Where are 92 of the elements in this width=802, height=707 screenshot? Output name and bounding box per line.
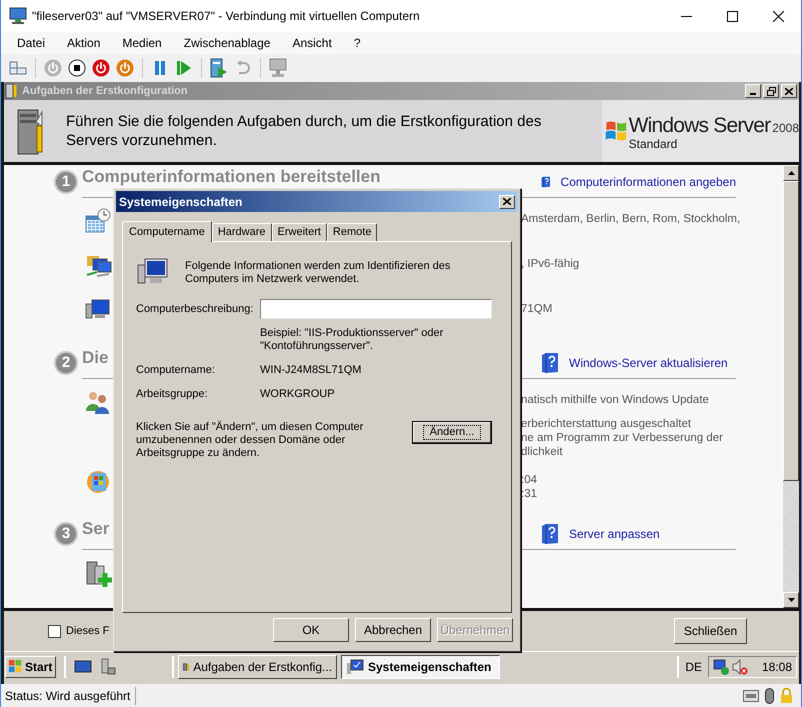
dialog-title: Systemeigenschaften bbox=[119, 194, 242, 210]
monitor-icon bbox=[9, 7, 27, 25]
server-manager-icon[interactable] bbox=[100, 658, 116, 676]
tab[interactable]: Remote bbox=[326, 223, 378, 241]
keyboard-icon bbox=[743, 690, 759, 702]
field-label: Computername: bbox=[136, 364, 216, 377]
down-arrow-icon bbox=[788, 598, 794, 602]
desktop-icon[interactable] bbox=[74, 660, 92, 674]
close-icon bbox=[785, 88, 793, 94]
task-detail: dlichkeit bbox=[521, 445, 564, 459]
section-title: Die bbox=[82, 348, 108, 367]
language-indicator[interactable]: DE bbox=[685, 658, 702, 676]
taskbar-button[interactable]: Systemeigenschaften bbox=[341, 654, 500, 678]
step-number: 1 bbox=[54, 170, 78, 194]
computer-icon bbox=[346, 658, 364, 674]
task-detail: , IPv6-fähig bbox=[521, 257, 580, 271]
rename-text: Klicken Sie auf "Ändern", um diesen Computer umzubenennen oder dessen Domäne oder Arbeitsgruppe zu ändern. bbox=[136, 421, 364, 460]
start-button[interactable]: Start bbox=[5, 656, 56, 678]
logo-edition: Standard bbox=[628, 137, 678, 151]
power-icon[interactable] bbox=[92, 59, 110, 77]
menu-item[interactable]: Zwischenablage bbox=[176, 34, 278, 52]
task-detail: Amsterdam, Berlin, Bern, Rom, Stockholm, bbox=[521, 212, 740, 226]
task-detail: ne am Programm zur Verbesserung der bbox=[521, 431, 723, 445]
status-text: Status: Wird ausgeführt bbox=[5, 686, 136, 704]
help-link[interactable]: Computerinformationen angeben bbox=[560, 172, 736, 190]
dialog-button[interactable]: OK bbox=[273, 618, 349, 642]
field-value: WIN-J24M8SL71QM bbox=[260, 364, 362, 377]
close-button[interactable] bbox=[781, 84, 797, 98]
example-text: Beispiel: "IIS-Produktionsserver" oder "Kontoführungsserver". bbox=[260, 327, 444, 353]
help-link[interactable]: Server anpassen bbox=[569, 524, 660, 542]
help-link[interactable]: Windows-Server aktualisieren bbox=[569, 354, 728, 372]
help-book-icon bbox=[541, 352, 559, 374]
play-icon[interactable] bbox=[177, 61, 191, 75]
keys-icon[interactable] bbox=[9, 61, 27, 75]
scrollbar[interactable] bbox=[783, 165, 799, 608]
logo-version: 2008 bbox=[772, 121, 799, 135]
intro-text: Folgende Informationen werden zum Identifizieren des Computers im Netzwerk verwendet. bbox=[185, 260, 452, 287]
banner-text: Führen Sie die folgenden Aufgaben durch, um die Erstkonfiguration des Servers vorzunehmen. bbox=[66, 112, 542, 150]
mouse-icon bbox=[765, 688, 774, 704]
network-icon[interactable] bbox=[713, 658, 729, 674]
snapshot-icon[interactable] bbox=[210, 58, 228, 78]
window-title: "fileserver03" auf "VMSERVER07" - Verbindung mit virtuellen Computern bbox=[32, 8, 420, 25]
power-icon[interactable] bbox=[116, 59, 134, 77]
task-detail: 71QM bbox=[521, 302, 552, 316]
menu-item[interactable]: Aktion bbox=[59, 34, 108, 52]
close-icon bbox=[772, 10, 784, 22]
menu-item[interactable]: Ansicht bbox=[284, 34, 340, 52]
tab[interactable]: Computername bbox=[122, 221, 212, 242]
taskbar-button[interactable]: Aufgaben der Erstkonfig... bbox=[178, 654, 337, 678]
menu-item[interactable]: Datei bbox=[9, 34, 54, 52]
lock-icon bbox=[780, 688, 793, 704]
menu-item[interactable]: ? bbox=[346, 34, 368, 52]
rename-button[interactable]: Ändern... bbox=[412, 421, 492, 444]
muted-speaker-icon[interactable] bbox=[732, 658, 748, 674]
restore-button[interactable] bbox=[763, 84, 779, 98]
pause-icon[interactable] bbox=[154, 61, 166, 75]
close-wizard-button[interactable]: Schließen bbox=[674, 618, 747, 644]
task-detail: natisch mithilfe von Windows Update bbox=[521, 393, 710, 407]
tab[interactable]: Erweitert bbox=[272, 223, 327, 241]
description-field[interactable] bbox=[260, 299, 492, 319]
step-number: 3 bbox=[54, 522, 78, 546]
network-icon bbox=[85, 253, 113, 279]
step-number: 2 bbox=[54, 351, 78, 375]
help-book-icon bbox=[541, 522, 559, 544]
minimize-button[interactable] bbox=[745, 84, 761, 98]
close-button[interactable] bbox=[499, 194, 515, 208]
calendar-clock-icon bbox=[85, 208, 111, 234]
task-detail: :31 bbox=[521, 487, 537, 501]
field-value: WORKGROUP bbox=[260, 388, 335, 401]
up-arrow-icon bbox=[788, 171, 794, 175]
checkbox-label: Dieses F bbox=[66, 624, 110, 639]
guest-window-title: Aufgaben der Erstkonfiguration bbox=[22, 84, 188, 99]
field-label: Arbeitsgruppe: bbox=[136, 388, 209, 401]
menu-item[interactable]: Medien bbox=[114, 34, 170, 52]
restore-icon bbox=[766, 86, 776, 96]
section-title: Computerinformationen bereitstellen bbox=[82, 167, 380, 186]
field-label: Computerbeschreibung: bbox=[136, 302, 254, 316]
maximize-icon bbox=[726, 10, 738, 22]
task-detail: :04 bbox=[521, 473, 537, 487]
dialog-button[interactable]: Abbrechen bbox=[355, 618, 431, 642]
windows-flag-icon bbox=[8, 659, 23, 674]
task-detail: erberichterstattung ausgeschaltet bbox=[521, 417, 692, 431]
stop-icon[interactable] bbox=[68, 59, 86, 77]
windows-update-icon bbox=[85, 469, 111, 495]
minimize-icon bbox=[750, 93, 756, 95]
tab[interactable]: Hardware bbox=[212, 223, 272, 241]
section-title: Ser bbox=[82, 519, 110, 538]
clock: 18:08 bbox=[762, 658, 792, 676]
users-icon bbox=[85, 389, 111, 415]
logo-name: Windows Server bbox=[628, 115, 770, 137]
checkbox[interactable] bbox=[48, 624, 61, 638]
close-icon bbox=[503, 198, 511, 205]
